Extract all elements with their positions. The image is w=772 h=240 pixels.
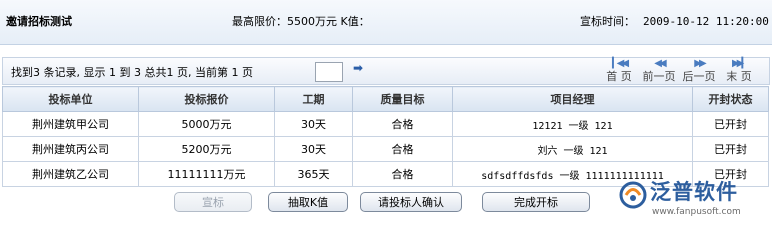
cell-price: 5200万元 [138, 136, 275, 162]
max-price-text: 最高限价：5500万元 K值： [232, 15, 370, 28]
go-arrow-icon[interactable]: ➡ [353, 61, 363, 75]
cell-bidder: 荆州建筑乙公司 [2, 161, 139, 187]
col-header-bidder: 投标单位 [2, 86, 139, 112]
cell-quality: 合格 [352, 136, 453, 162]
pager-summary: 找到3 条记录, 显示 1 到 3 总共1 页, 当前第 1 页 [11, 66, 253, 79]
brand-name: 泛普软件 [650, 180, 738, 204]
brand-mark-icon [619, 181, 647, 209]
cell-status: 已开封 [692, 136, 769, 162]
cell-price: 11111111万元 [138, 161, 275, 187]
bid-time-label: 宣标时间： [580, 15, 635, 28]
cell-bidder: 荆州建筑甲公司 [2, 111, 139, 137]
cell-duration: 30天 [274, 136, 353, 162]
cell-status: 已开封 [692, 111, 769, 137]
finish-opening-button[interactable]: 完成开标 [482, 192, 590, 212]
confirm-bidder-button[interactable]: 请投标人确认 [360, 192, 462, 212]
cell-duration: 30天 [274, 111, 353, 137]
cell-price: 5000万元 [138, 111, 275, 137]
header-bar: 邀请招标测试 最高限价：5500万元 K值： 宣标时间： 2009-10-12 1… [0, 0, 772, 45]
draw-k-button[interactable]: 抽取K值 [268, 192, 348, 212]
bid-table: 投标单位 投标报价 工期 质量目标 项目经理 开封状态 荆州建筑甲公司 5000… [2, 86, 769, 187]
table-header-row: 投标单位 投标报价 工期 质量目标 项目经理 开封状态 [2, 86, 769, 112]
page-title: 邀请招标测试 [6, 15, 72, 28]
last-page-icon: ▶▶▎ [731, 58, 749, 69]
pager-bar: 找到3 条记录, 显示 1 到 3 总共1 页, 当前第 1 页 ➡ ▎◀◀ 首… [2, 57, 770, 85]
last-page-button[interactable]: ▶▶▎ 末 页 [719, 58, 759, 84]
cell-manager: 刘六 一级 121 [452, 136, 693, 162]
announce-button[interactable]: 宣标 [174, 192, 252, 212]
cell-bidder: 荆州建筑丙公司 [2, 136, 139, 162]
cell-quality: 合格 [352, 161, 453, 187]
bid-time: 宣标时间： 2009-10-12 11:20:00 [580, 13, 769, 29]
col-header-price: 投标报价 [138, 86, 275, 112]
page-number-input[interactable] [315, 62, 343, 82]
col-header-duration: 工期 [274, 86, 353, 112]
first-page-icon: ▎◀◀ [611, 58, 629, 69]
col-header-manager: 项目经理 [452, 86, 693, 112]
col-header-quality: 质量目标 [352, 86, 453, 112]
cell-duration: 365天 [274, 161, 353, 187]
brand-logo: 泛普软件 www.fanpusoft.com [612, 174, 772, 224]
table-row[interactable]: 荆州建筑丙公司 5200万元 30天 合格 刘六 一级 121 已开封 [2, 136, 769, 162]
cell-quality: 合格 [352, 111, 453, 137]
next-page-button[interactable]: ▶▶ 后一页 [679, 58, 719, 84]
next-page-icon: ▶▶ [694, 58, 706, 69]
bid-time-value: 2009-10-12 11:20:00 [643, 15, 769, 28]
col-header-status: 开封状态 [692, 86, 769, 112]
cell-manager: 12121 一级 121 [452, 111, 693, 137]
table-row[interactable]: 荆州建筑甲公司 5000万元 30天 合格 12121 一级 121 已开封 [2, 111, 769, 137]
prev-page-icon: ◀◀ [654, 58, 666, 69]
first-page-button[interactable]: ▎◀◀ 首 页 [599, 58, 639, 84]
prev-page-button[interactable]: ◀◀ 前一页 [639, 58, 679, 84]
brand-url: www.fanpusoft.com [652, 207, 741, 217]
